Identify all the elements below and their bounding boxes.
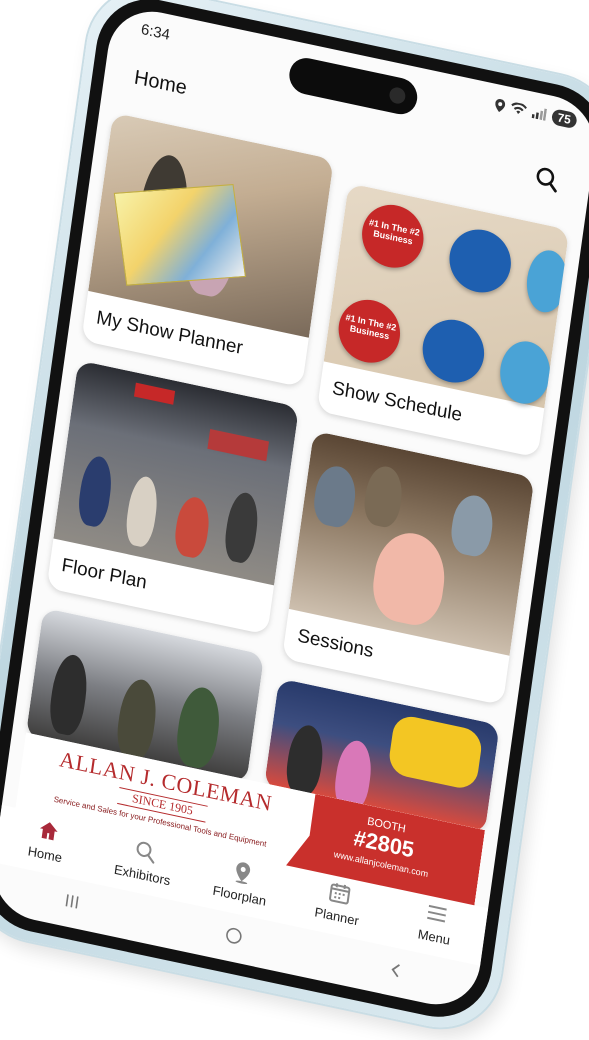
photo-person: [46, 651, 92, 738]
photo-person: [311, 462, 360, 531]
phone-device: 6:34 75 Home My Show Planner #1 In The #…: [0, 0, 589, 1040]
back-chevron-icon: [391, 964, 401, 978]
nav-label: Planner: [313, 904, 360, 929]
status-time: 6:34: [139, 20, 171, 44]
wifi-icon: [510, 102, 527, 114]
photo-person: [369, 526, 451, 631]
photo-floor-map: [113, 184, 247, 286]
nav-label: Exhibitors: [113, 861, 172, 889]
button-pin: [523, 246, 570, 317]
photo-person: [75, 453, 115, 530]
photo-person: [222, 489, 262, 566]
photo-person: [172, 494, 213, 561]
home-system-button[interactable]: [212, 917, 255, 955]
status-icons: 75: [494, 96, 578, 130]
recent-apps-icon: [65, 894, 79, 909]
calendar-icon: [329, 883, 351, 905]
photo-person: [113, 676, 161, 763]
page-title: Home: [132, 66, 189, 100]
search-icon: [136, 841, 155, 864]
recent-apps-button[interactable]: [50, 882, 93, 920]
button-pin: [419, 314, 489, 389]
button-pin: #1 In The #2 Business: [334, 294, 405, 369]
nav-label: Menu: [417, 926, 451, 948]
photo-person: [362, 463, 406, 530]
nav-label: Home: [26, 843, 64, 866]
tile-sessions[interactable]: Sessions: [282, 430, 535, 706]
button-pin: #1 In The #2 Business: [358, 199, 428, 274]
signal-icon: [531, 108, 547, 121]
photo-person: [448, 491, 497, 560]
tile-my-show-planner[interactable]: My Show Planner: [81, 112, 334, 388]
photo-person: [123, 473, 161, 549]
photo-person: [283, 722, 327, 799]
floor-photo: [53, 360, 299, 586]
photo-inflatable: [387, 713, 485, 792]
home-circle-icon: [226, 927, 242, 944]
tile-floor-plan[interactable]: Floor Plan: [46, 360, 299, 635]
photo-banner: [207, 428, 270, 462]
sessions-photo: [289, 430, 535, 656]
photo-person: [173, 683, 224, 772]
nav-label: Floorplan: [211, 882, 268, 909]
hamburger-icon: [427, 904, 448, 923]
schedule-photo: #1 In The #2 Business #1 In The #2 Busin…: [324, 183, 570, 409]
button-pin: [445, 223, 516, 299]
front-camera: [388, 85, 407, 106]
search-button[interactable]: [532, 164, 563, 198]
button-pin: [496, 336, 555, 409]
photo-banner: [133, 382, 176, 405]
tile-show-schedule[interactable]: #1 In The #2 Business #1 In The #2 Busin…: [317, 183, 570, 458]
location-icon: [495, 98, 505, 112]
battery-badge: 75: [550, 108, 578, 130]
home-icon: [39, 822, 58, 841]
search-icon: [536, 167, 557, 193]
back-button[interactable]: [374, 951, 417, 989]
map-pin-icon: [235, 862, 251, 885]
